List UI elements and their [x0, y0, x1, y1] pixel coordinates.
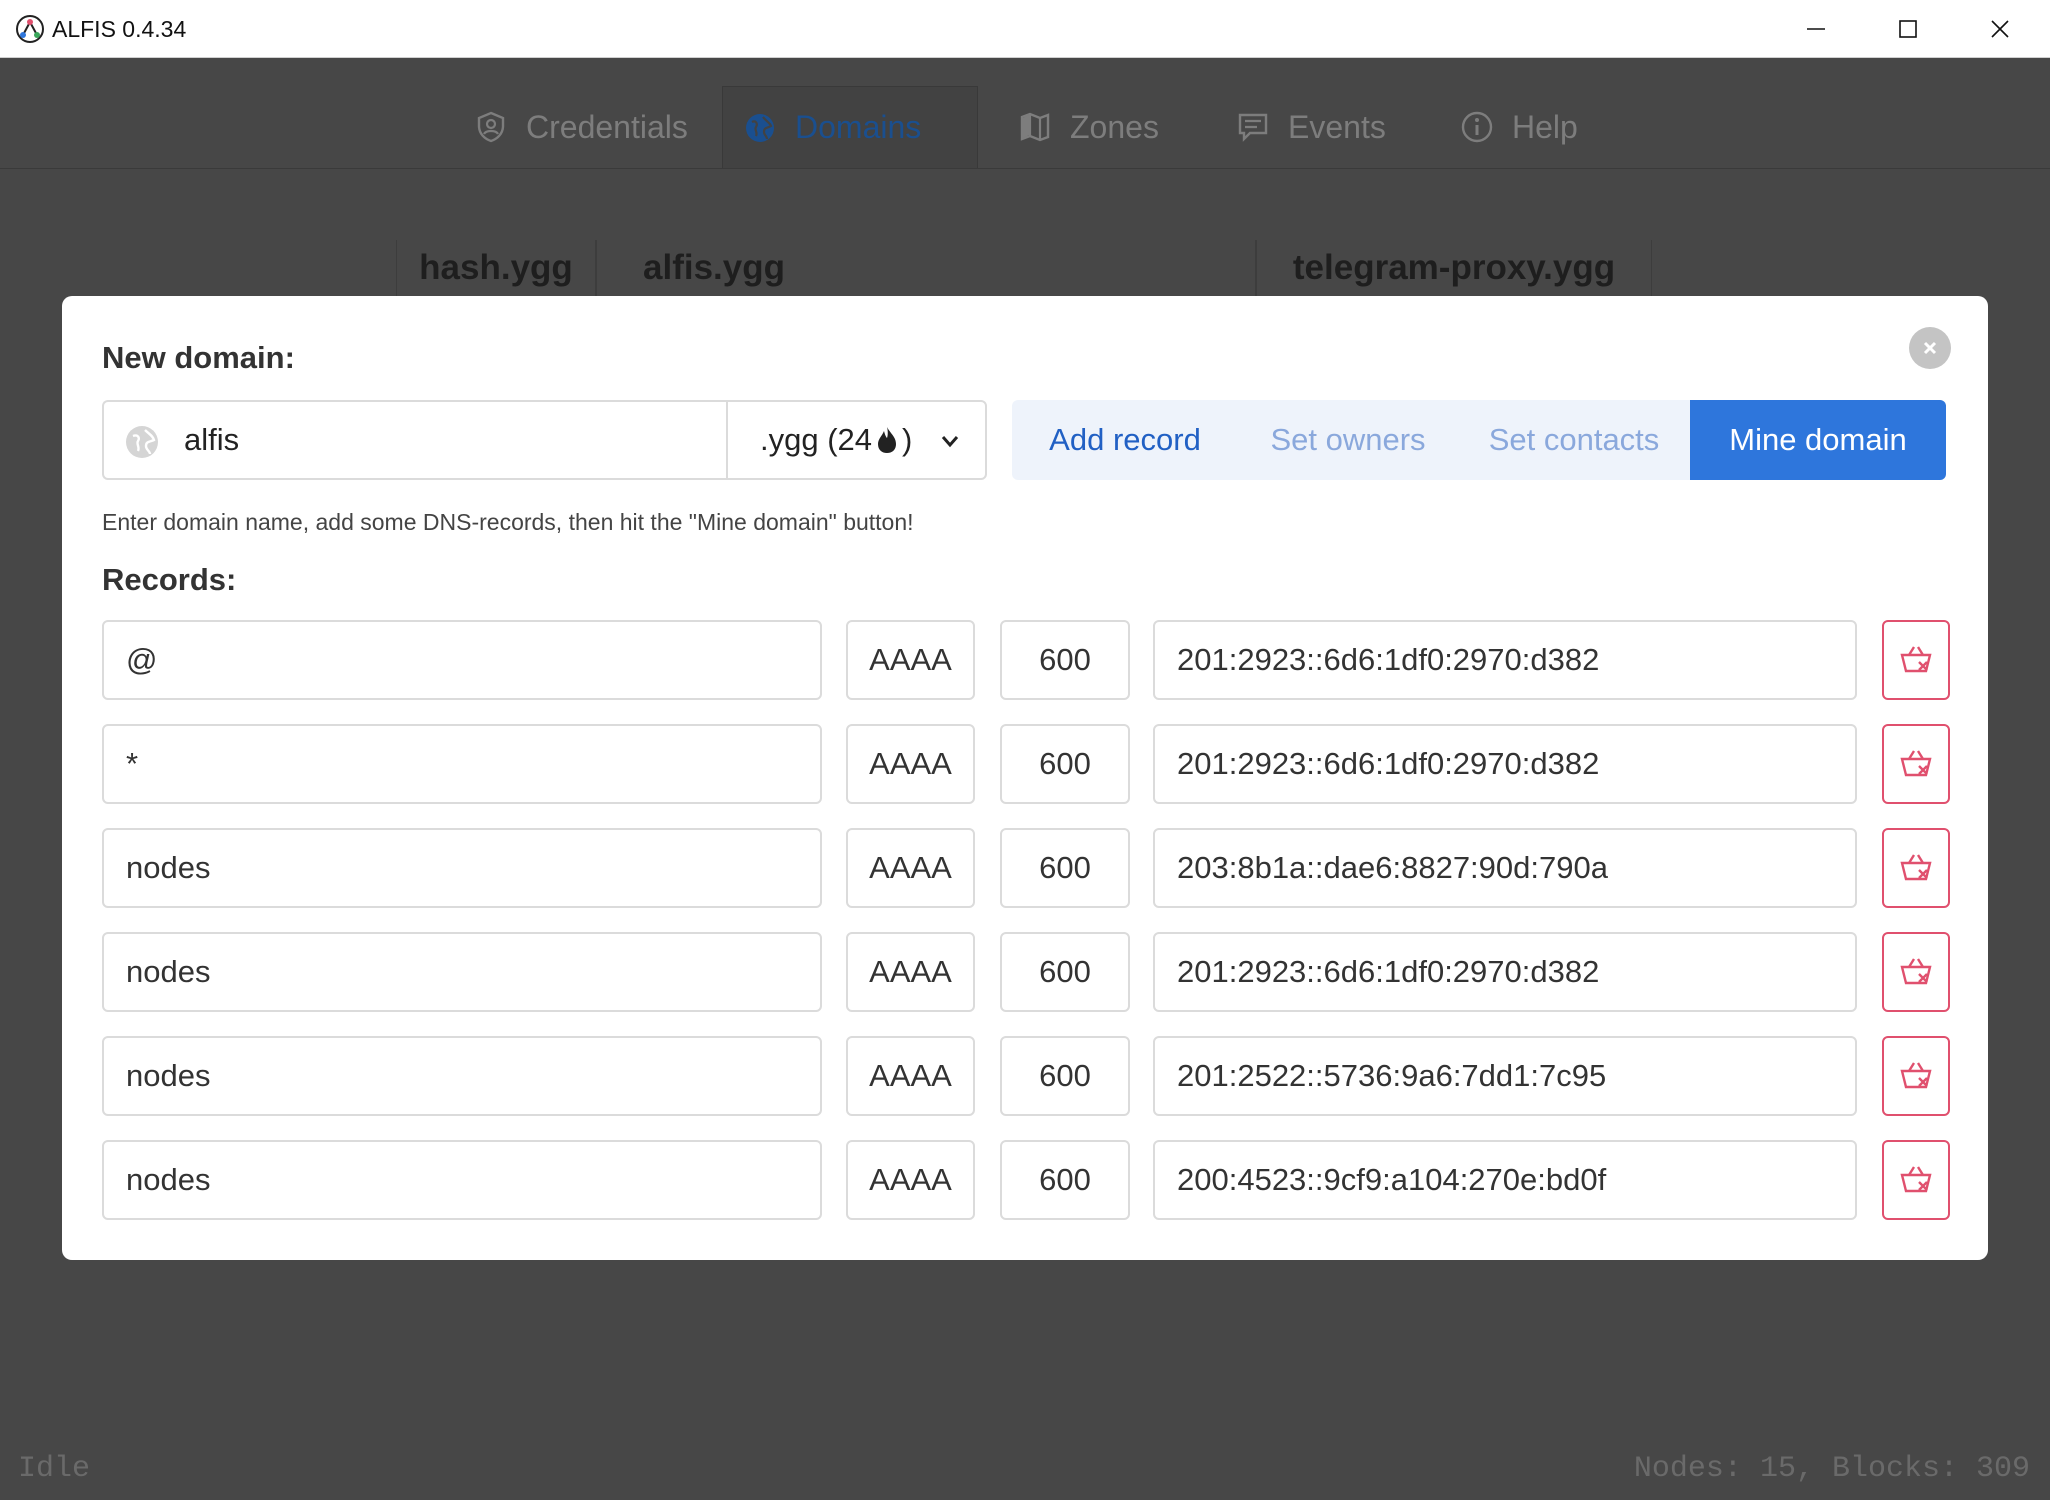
record-type-select[interactable]: AAAA — [846, 828, 975, 908]
tab-label: Zones — [1070, 108, 1159, 145]
domain-tab[interactable]: telegram-proxy.ygg — [1256, 240, 1652, 296]
close-modal-button[interactable] — [1909, 327, 1951, 369]
status-bar: Idle Nodes: 15, Blocks: 309 — [0, 1438, 2050, 1500]
mine-domain-button[interactable]: Mine domain — [1690, 400, 1946, 480]
globe-icon — [746, 113, 774, 142]
tab-domains[interactable]: Domains — [722, 86, 978, 168]
alfis-logo-icon — [16, 15, 44, 43]
main-tabs: Credentials Domains Zones Events Help — [0, 58, 2050, 169]
delete-record-button[interactable] — [1882, 620, 1950, 700]
record-ttl-input[interactable]: 600 — [1000, 620, 1130, 700]
new-domain-label: New domain: — [102, 340, 295, 375]
window-title: ALFIS 0.4.34 — [52, 16, 187, 42]
maximize-icon — [1899, 20, 1917, 38]
basket-remove-icon — [1900, 1166, 1932, 1193]
zone-select[interactable]: .ygg (24 ) — [726, 400, 987, 480]
chevron-down-icon — [941, 436, 959, 448]
maximize-button[interactable] — [1862, 0, 1954, 58]
domain-tab[interactable]: alfis.ygg — [596, 240, 1256, 296]
minimize-button[interactable] — [1770, 0, 1862, 58]
help-text: Enter domain name, add some DNS-records,… — [102, 509, 914, 535]
record-type-select[interactable]: AAAA — [846, 1140, 975, 1220]
delete-record-button[interactable] — [1882, 1140, 1950, 1220]
tab-label: Domains — [795, 109, 922, 145]
record-name-input[interactable]: nodes — [102, 828, 822, 908]
domain-name-value: alfis — [184, 422, 240, 457]
record-name-input[interactable]: @ — [102, 620, 822, 700]
tab-label: Help — [1512, 108, 1578, 145]
record-data-input[interactable]: 201:2522::5736:9a6:7dd1:7c95 — [1153, 1036, 1857, 1116]
basket-remove-icon — [1900, 958, 1932, 985]
tab-label: Credentials — [526, 108, 688, 145]
add-record-button[interactable]: Add record — [1012, 400, 1238, 480]
record-ttl-input[interactable]: 600 — [1000, 932, 1130, 1012]
delete-record-button[interactable] — [1882, 1036, 1950, 1116]
record-name-input[interactable]: nodes — [102, 932, 822, 1012]
close-icon — [1991, 20, 2009, 38]
zone-select-suffix: ) — [902, 422, 913, 457]
basket-remove-icon — [1900, 1062, 1932, 1089]
record-type-select[interactable]: AAAA — [846, 932, 975, 1012]
zone-select-text: .ygg (24 — [760, 422, 873, 457]
minimize-icon — [1807, 28, 1825, 30]
shield-icon — [477, 111, 505, 143]
record-data-input[interactable]: 201:2923::6d6:1df0:2970:d382 — [1153, 620, 1857, 700]
record-ttl-input[interactable]: 600 — [1000, 828, 1130, 908]
set-owners-button[interactable]: Set owners — [1238, 400, 1458, 480]
new-domain-modal: New domain: alfis .ygg (24 ) Add record … — [62, 296, 1988, 1260]
delete-record-button[interactable] — [1882, 724, 1950, 804]
tab-zones[interactable]: Zones — [998, 86, 1180, 168]
record-ttl-input[interactable]: 600 — [1000, 1140, 1130, 1220]
delete-record-button[interactable] — [1882, 932, 1950, 1012]
domain-tab[interactable]: hash.ygg — [396, 240, 596, 296]
record-ttl-input[interactable]: 600 — [1000, 724, 1130, 804]
set-contacts-button[interactable]: Set contacts — [1458, 400, 1690, 480]
basket-remove-icon — [1900, 750, 1932, 777]
map-icon — [1020, 112, 1050, 142]
record-data-input[interactable]: 201:2923::6d6:1df0:2970:d382 — [1153, 932, 1857, 1012]
record-ttl-input[interactable]: 600 — [1000, 1036, 1130, 1116]
tab-credentials[interactable]: Credentials — [454, 86, 714, 168]
close-window-button[interactable] — [1954, 0, 2046, 58]
tab-help[interactable]: Help — [1440, 86, 1606, 168]
record-type-select[interactable]: AAAA — [846, 724, 975, 804]
globe-icon — [126, 426, 158, 458]
status-text: Idle — [18, 1452, 91, 1486]
record-name-input[interactable]: * — [102, 724, 822, 804]
record-data-input[interactable]: 201:2923::6d6:1df0:2970:d382 — [1153, 724, 1857, 804]
record-data-input[interactable]: 203:8b1a::dae6:8827:90d:790a — [1153, 828, 1857, 908]
message-icon — [1238, 113, 1268, 142]
basket-remove-icon — [1900, 646, 1932, 673]
domain-name-input[interactable]: alfis — [102, 400, 726, 480]
status-stats: Nodes: 15, Blocks: 309 — [1633, 1452, 2030, 1486]
close-icon — [1923, 341, 1937, 355]
tab-label: Events — [1288, 108, 1386, 145]
zone-select-value: .ygg (24 ) — [760, 402, 912, 478]
record-type-select[interactable]: AAAA — [846, 1036, 975, 1116]
record-name-input[interactable]: nodes — [102, 1140, 822, 1220]
record-name-input[interactable]: nodes — [102, 1036, 822, 1116]
record-type-select[interactable]: AAAA — [846, 620, 975, 700]
record-data-input[interactable]: 200:4523::9cf9:a104:270e:bd0f — [1153, 1140, 1857, 1220]
window-titlebar: ALFIS 0.4.34 — [0, 0, 2050, 58]
flame-icon — [878, 427, 897, 453]
tab-events[interactable]: Events — [1216, 86, 1416, 168]
delete-record-button[interactable] — [1882, 828, 1950, 908]
basket-remove-icon — [1900, 854, 1932, 881]
records-label: Records: — [102, 562, 237, 597]
info-icon — [1461, 111, 1493, 143]
